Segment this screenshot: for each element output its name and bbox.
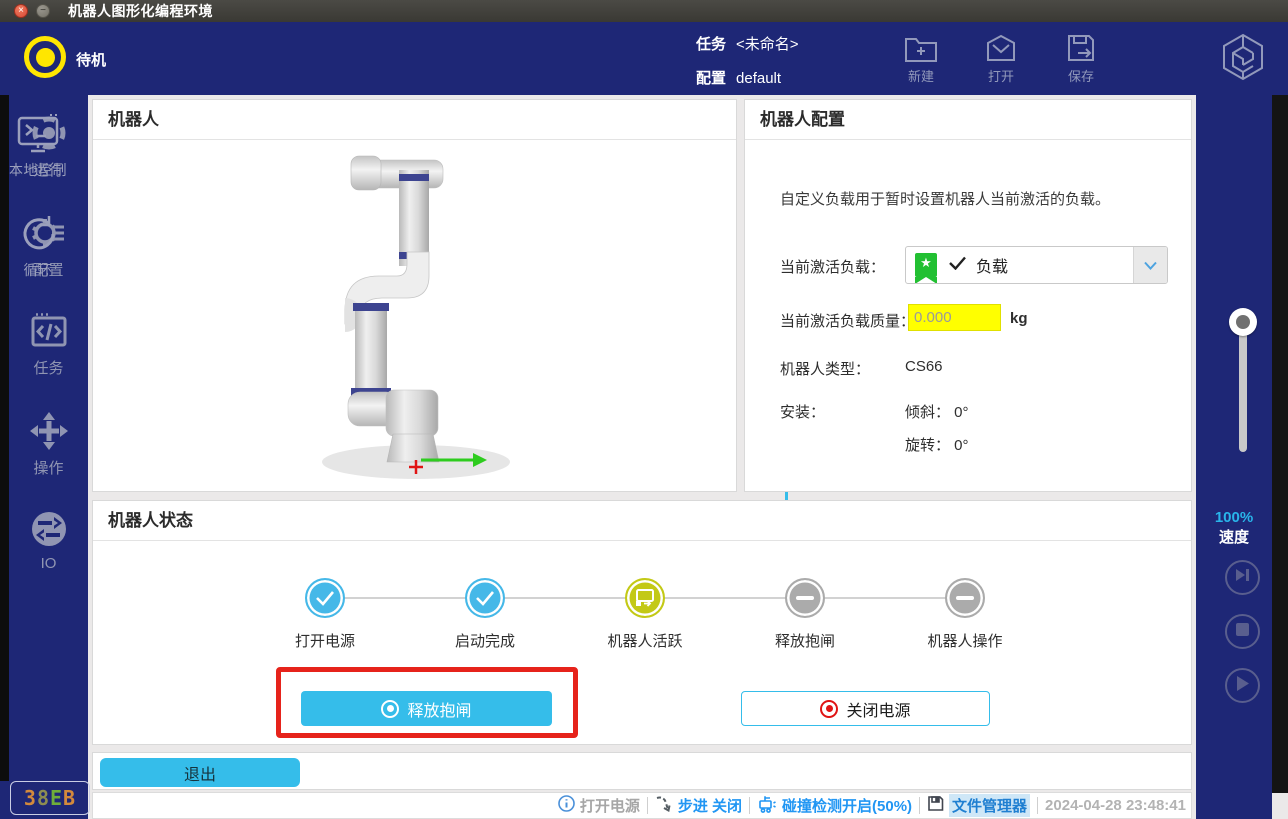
terminal-icon xyxy=(0,113,76,155)
loop-button[interactable]: 循环 xyxy=(0,213,76,280)
mass-unit: kg xyxy=(1010,310,1028,327)
save-floppy-icon xyxy=(1049,33,1113,63)
window-close-icon[interactable]: × xyxy=(14,4,28,18)
step-power-on: 打开电源 xyxy=(265,578,385,651)
disk-icon xyxy=(927,795,944,816)
left-edge-strip xyxy=(0,95,9,781)
config-row: 配置 default xyxy=(696,67,781,88)
mount-label: 安装： xyxy=(780,401,825,422)
task-value: <未命名> xyxy=(736,36,799,53)
robot-status-label: 待机 xyxy=(76,49,106,70)
step-mode-status[interactable]: 步进 关闭 xyxy=(648,795,749,816)
robot-panel-title: 机器人 xyxy=(93,100,736,140)
collision-robot-icon xyxy=(757,795,777,817)
speed-percent: 100% xyxy=(1196,509,1272,526)
new-task-button[interactable]: 新建 xyxy=(889,33,953,85)
check-icon xyxy=(949,256,966,275)
loop-refresh-icon xyxy=(0,213,76,255)
badge-char: 3 xyxy=(24,786,37,810)
code-window-icon xyxy=(9,310,88,352)
config-value: default xyxy=(736,70,781,87)
task-label: 任务 xyxy=(696,36,726,53)
step-pending-icon xyxy=(785,578,825,618)
exit-bar: 退出 xyxy=(92,752,1192,790)
sidebar-item-io[interactable]: IO xyxy=(9,508,88,572)
mass-label: 当前激活负载质量： xyxy=(780,310,915,331)
datetime: 2024-04-28 23:48:41 xyxy=(1038,797,1191,814)
right-sidebar xyxy=(1196,95,1272,819)
play-icon xyxy=(1236,676,1249,696)
speed-slider-handle[interactable] xyxy=(1229,308,1257,336)
step-pending-icon xyxy=(945,578,985,618)
status-panel-title: 机器人状态 xyxy=(93,501,1191,541)
skip-next-icon xyxy=(1235,568,1251,587)
annotation-highlight-box xyxy=(276,667,578,738)
payload-description: 自定义负载用于暂时设置机器人当前激活的负载。 xyxy=(780,188,1160,209)
io-exchange-icon xyxy=(9,508,88,550)
speed-label: 速度 xyxy=(1196,526,1272,547)
payload-dropdown-value: 负载 xyxy=(976,253,1008,277)
robot-type-label: 机器人类型： xyxy=(780,358,870,379)
window-minimize-icon[interactable]: − xyxy=(36,4,50,18)
open-task-button[interactable]: 打开 xyxy=(969,33,1033,85)
payload-label: 当前激活负载： xyxy=(780,256,885,277)
window-titlebar: × − 机器人图形化编程环境 xyxy=(0,0,1288,22)
step-startup-done: 启动完成 xyxy=(425,578,545,651)
step-arrow-icon xyxy=(655,795,673,816)
open-file-icon xyxy=(969,33,1033,63)
robot-status-panel: 机器人状态 打开电源 启动完成 机器人活跃 释放抱闸 机器人操作 xyxy=(92,500,1192,745)
file-manager-link[interactable]: 文件管理器 xyxy=(920,794,1037,817)
right-edge-strip xyxy=(1272,95,1288,793)
power-status[interactable]: 打开电源 xyxy=(551,795,647,816)
step-done-icon xyxy=(465,578,505,618)
brand-logo-icon xyxy=(1220,33,1266,86)
badge-char: 8 xyxy=(37,786,50,810)
badge-char: E xyxy=(50,786,63,810)
exit-button[interactable]: 退出 xyxy=(100,758,300,787)
chevron-down-icon[interactable] xyxy=(1133,246,1167,284)
info-icon xyxy=(558,795,575,816)
power-off-button[interactable]: 关闭电源 xyxy=(741,691,990,726)
speed-slider-track[interactable] xyxy=(1239,322,1247,452)
step-robot-operate: 机器人操作 xyxy=(905,578,1025,651)
bottom-status-bar: 打开电源 步进 关闭 碰撞检测开启(50%) 文件管理器 2024-04-28 … xyxy=(92,792,1192,819)
robot-panel: 机器人 xyxy=(92,99,737,492)
step-robot-active: 机器人活跃 xyxy=(585,578,705,651)
robot-status-icon[interactable] xyxy=(24,36,66,78)
sidebar-item-operate[interactable]: 操作 xyxy=(9,410,88,478)
badge-char: B xyxy=(63,786,76,810)
robot-3d-view[interactable] xyxy=(93,140,736,490)
config-label: 配置 xyxy=(696,70,726,87)
task-row: 任务 <未命名> xyxy=(696,33,799,54)
new-folder-icon xyxy=(889,33,953,63)
step-forward-button[interactable] xyxy=(1225,560,1260,595)
config-panel-title: 机器人配置 xyxy=(745,100,1191,140)
robot-type-value: CS66 xyxy=(905,358,943,375)
mass-input[interactable] xyxy=(908,304,1001,331)
stop-icon xyxy=(1236,623,1249,641)
sidebar-item-task[interactable]: 任务 xyxy=(9,310,88,378)
step-done-icon xyxy=(305,578,345,618)
payload-dropdown[interactable]: ★ 负载 xyxy=(905,246,1168,284)
window-title: 机器人图形化编程环境 xyxy=(68,1,213,21)
power-dot-icon xyxy=(820,700,838,718)
status-code-badge: 3 8 E B xyxy=(10,781,90,815)
collision-detection-status[interactable]: 碰撞检测开启(50%) xyxy=(750,795,919,817)
payload-bookmark-icon: ★ xyxy=(915,253,937,277)
step-active-icon xyxy=(625,578,665,618)
stop-button[interactable] xyxy=(1225,614,1260,649)
local-control-button[interactable]: 本地控制 xyxy=(0,113,76,180)
mount-rotate-value: 旋转： 0° xyxy=(905,434,969,455)
play-button[interactable] xyxy=(1225,668,1260,703)
save-task-button[interactable]: 保存 xyxy=(1049,33,1113,85)
move-arrows-icon xyxy=(9,410,88,452)
mount-tilt-value: 倾斜： 0° xyxy=(905,401,969,422)
step-release-brake: 释放抱闸 xyxy=(745,578,865,651)
